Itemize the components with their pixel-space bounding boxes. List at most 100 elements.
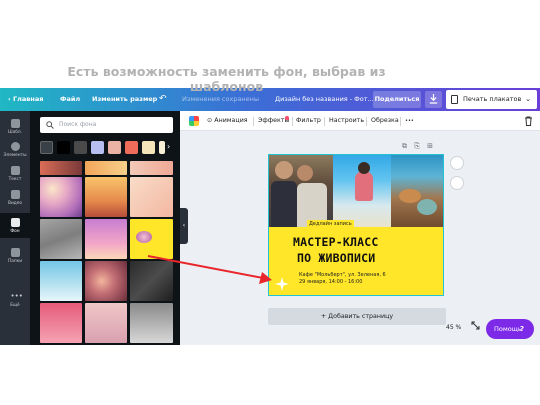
poster-info-line-1[interactable]: Кафе "Мольберт", ул. Зеленая, 6 <box>299 272 386 278</box>
adjust-button[interactable]: Настроить <box>329 111 364 131</box>
question-icon: ? <box>519 325 525 333</box>
print-label: Печать плакатов <box>463 95 522 103</box>
rail-item-folders[interactable]: Папки <box>0 245 30 267</box>
templates-icon <box>10 119 20 128</box>
print-posters-button[interactable]: Печать плакатов ⌄ <box>446 90 537 109</box>
chevron-down-icon: ⌄ <box>525 95 531 103</box>
background-thumbnail-selected[interactable] <box>130 219 173 259</box>
left-rail: Шабл. Элементы Текст Видео Фон Папки •••… <box>0 111 30 345</box>
color-swatch[interactable] <box>57 141 70 154</box>
search-icon <box>46 121 54 129</box>
poster-design[interactable]: Дедлайн запись МАСТЕР-КЛАСС ПО ЖИВОПИСИ … <box>268 154 444 296</box>
rail-item-background[interactable]: Фон <box>0 213 30 238</box>
crop-button[interactable]: Обрезка <box>371 111 399 131</box>
background-thumbnail[interactable] <box>40 177 82 217</box>
print-icon <box>451 95 458 104</box>
folder-icon <box>10 248 20 257</box>
animation-label: Анимация <box>214 117 248 124</box>
fullscreen-icon[interactable] <box>471 321 480 330</box>
caption-line-1: Есть возможность заменить фон, выбрав из <box>67 64 386 79</box>
comment-icon[interactable] <box>450 156 464 170</box>
copy-page-icon[interactable]: ⧉ <box>402 142 407 150</box>
rail-item-more[interactable]: ••• Ещё <box>0 289 30 311</box>
background-thumbnail[interactable] <box>40 219 82 259</box>
background-thumbnail[interactable] <box>85 219 127 259</box>
effects-button[interactable]: Эффекты <box>258 111 289 131</box>
more-dots-icon: ••• <box>10 292 23 300</box>
photo-couple[interactable] <box>269 155 333 227</box>
rail-item-label: Текст <box>8 177 22 182</box>
background-icon <box>10 218 20 227</box>
notification-dot <box>285 116 289 120</box>
color-picker-icon[interactable] <box>40 141 53 154</box>
rail-item-elements[interactable]: Элементы <box>0 139 30 161</box>
photo-beach[interactable] <box>333 155 391 227</box>
collapse-panel-button[interactable]: ‹ <box>180 208 188 244</box>
sparkle-icon <box>275 277 289 291</box>
divider <box>366 117 367 126</box>
chevron-left-icon: ‹ <box>8 95 11 103</box>
color-swatch[interactable] <box>142 141 155 154</box>
duplicate-page-icon[interactable]: ⎘ <box>414 142 420 150</box>
chevron-right-icon[interactable]: › <box>167 142 170 151</box>
background-thumbnail[interactable] <box>130 161 173 175</box>
poster-title-line-1[interactable]: МАСТЕР-КЛАСС <box>293 235 378 249</box>
color-swatch[interactable] <box>91 141 104 154</box>
divider <box>253 117 254 126</box>
rail-item-label: Шабл. <box>8 130 22 135</box>
background-panel: Поиск фона › <box>30 111 180 345</box>
background-thumbnail[interactable] <box>85 261 127 301</box>
zoom-level[interactable]: 45 % <box>446 324 461 331</box>
background-thumbnail[interactable] <box>40 161 82 175</box>
text-icon <box>10 166 20 175</box>
canvas-area: ⧉ ⎘ ⊞ Дедлайн запись МАСТЕР-КЛАСС ПО ЖИВ… <box>188 132 540 345</box>
editor-toolbar: ⊙ Анимация Эффекты Фильтр Настроить Обре… <box>180 111 540 131</box>
home-label: Главная <box>12 95 44 103</box>
background-thumbnail[interactable] <box>130 261 173 301</box>
elements-icon <box>10 142 20 151</box>
rail-item-video[interactable]: Видео <box>0 187 30 209</box>
search-input[interactable]: Поиск фона <box>40 117 173 133</box>
color-swatch[interactable] <box>108 141 121 154</box>
color-icon[interactable] <box>189 116 199 126</box>
deadline-label[interactable]: Дедлайн запись <box>307 220 354 228</box>
rotate-icon[interactable] <box>450 176 464 190</box>
help-button[interactable]: Помощь ? <box>486 319 534 339</box>
photo-coral[interactable] <box>391 155 443 227</box>
more-options-button[interactable]: ••• <box>405 111 414 131</box>
background-thumbnail[interactable] <box>85 303 127 343</box>
slide-caption: Есть возможность заменить фон, выбрав из… <box>0 64 453 94</box>
add-page-icon[interactable]: ⊞ <box>427 142 433 150</box>
search-placeholder: Поиск фона <box>59 121 97 128</box>
poster-title-line-2[interactable]: ПО ЖИВОПИСИ <box>297 251 375 265</box>
animation-button[interactable]: ⊙ Анимация <box>207 111 248 131</box>
background-thumbnail[interactable] <box>85 177 127 217</box>
rail-item-text[interactable]: Текст <box>0 163 30 185</box>
divider <box>292 117 293 126</box>
background-thumbnail[interactable] <box>130 303 173 343</box>
rail-item-label: Папки <box>7 259 23 264</box>
slide: { "caption": { "line1": "Есть возможност… <box>0 0 540 405</box>
filter-button[interactable]: Фильтр <box>296 111 321 131</box>
color-swatch[interactable] <box>125 141 138 154</box>
ink-blot-icon <box>136 231 152 243</box>
page-actions: ⧉ ⎘ ⊞ <box>402 142 433 151</box>
color-swatch[interactable] <box>159 141 165 154</box>
rail-item-label: Видео <box>8 201 22 206</box>
background-thumbnail[interactable] <box>85 161 127 175</box>
rail-item-label: Элементы <box>3 153 27 158</box>
video-icon <box>10 190 20 199</box>
add-page-button[interactable]: + Добавить страницу <box>268 308 446 325</box>
canva-screenshot: ‹ Главная Файл Изменить размер ↶ Изменен… <box>0 88 540 345</box>
caption-line-2: шаблонов <box>189 79 264 94</box>
background-thumbnail[interactable] <box>130 177 173 217</box>
background-thumbnail[interactable] <box>40 261 82 301</box>
color-swatch[interactable] <box>74 141 87 154</box>
background-thumbnail[interactable] <box>40 303 82 343</box>
trash-icon[interactable] <box>524 116 533 126</box>
rail-item-templates[interactable]: Шабл. <box>0 116 30 138</box>
divider <box>400 117 401 126</box>
divider <box>324 117 325 126</box>
rail-item-label: Фон <box>10 229 20 234</box>
poster-info-line-2[interactable]: 29 января, 14:00 - 16:00 <box>299 279 362 285</box>
